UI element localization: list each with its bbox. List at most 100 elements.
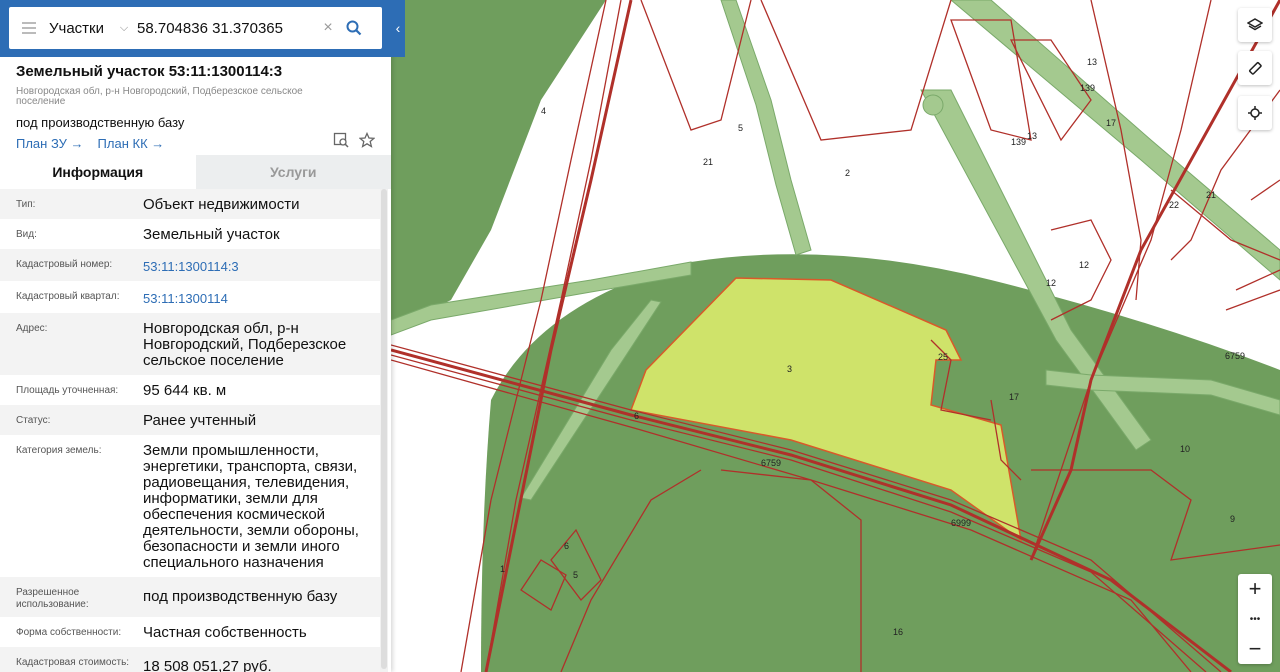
parcel-address: Новгородская обл, р-н Новгородский, Подб… (16, 86, 303, 107)
info-label: Адрес: (16, 323, 48, 334)
info-label: Разрешенное использование: (16, 587, 89, 610)
info-row-kind: Вид: Земельный участок (0, 219, 380, 249)
layers-icon (1247, 18, 1263, 31)
map-label: 4 (541, 106, 546, 116)
map-label: 6 (564, 541, 569, 551)
map-label: 16 (893, 627, 903, 637)
info-row-type: Тип: Объект недвижимости (0, 189, 380, 219)
favorite-star-icon[interactable] (359, 132, 375, 148)
map-label: 2 (845, 168, 850, 178)
cadastral-quarter-link[interactable]: 53:11:1300114 (143, 287, 373, 307)
plan-kk-link[interactable]: План КК → (98, 136, 165, 151)
search-bar: Участки ⌵ × ‹ (0, 0, 405, 57)
more-button[interactable]: ••• (1238, 604, 1272, 634)
map-label: 13 (1027, 131, 1037, 141)
search-input[interactable] (137, 19, 317, 37)
forest-area-top-left (391, 0, 606, 330)
locate-icon (1248, 106, 1262, 120)
info-row-status: Статус: Ранее учтенный (0, 405, 380, 435)
info-label: Статус: (16, 415, 51, 426)
info-label: Вид: (16, 229, 37, 240)
info-row-cadastral-number: Кадастровый номер: 53:11:1300114:3 (0, 249, 380, 281)
map-label: 12 (1079, 260, 1089, 270)
map-label: 5 (738, 123, 743, 133)
search-button[interactable] (339, 7, 369, 49)
plan-zu-link[interactable]: План ЗУ → (16, 136, 84, 151)
menu-icon[interactable] (9, 7, 49, 49)
pond (922, 94, 944, 116)
info-value: Частная собственность (143, 624, 307, 641)
map-label: 22 (1169, 200, 1179, 210)
info-value: Земельный участок (143, 226, 280, 243)
locate-button[interactable] (1238, 96, 1272, 130)
info-row-address: Адрес: Новгородская обл, р-н Новгородски… (0, 313, 380, 375)
map-label: 139 (1080, 83, 1095, 93)
info-label: Категория земель: (16, 445, 102, 456)
map-label: 9 (1230, 514, 1235, 524)
map-canvas[interactable]: 4 5 2 13 139 139 13 17 22 21 12 12 6759 … (391, 0, 1280, 672)
info-value: Новгородская обл, р-н Новгородский, Подб… (143, 320, 347, 369)
info-label: Кадастровый номер: (16, 259, 113, 270)
info-row-ownership: Форма собственности: Частная собственнос… (0, 617, 380, 647)
info-table: Тип: Объект недвижимости Вид: Земельный … (0, 189, 380, 672)
parcel-actions (333, 132, 375, 148)
info-label: Тип: (16, 199, 36, 210)
chevron-down-icon[interactable]: ⌵ (111, 22, 137, 35)
map-label: 139 (1011, 137, 1026, 147)
zoom-out-button[interactable]: − (1238, 634, 1272, 664)
scrollbar-thumb[interactable] (381, 189, 387, 669)
info-row-cadastral-quarter: Кадастровый квартал: 53:11:1300114 (0, 281, 380, 313)
info-panel: Земельный участок 53:11:1300114:3 Новгор… (0, 0, 391, 672)
map-label: 25 (938, 352, 948, 362)
search-type-select[interactable]: Участки (49, 20, 111, 37)
panel-tabs: Информация Услуги (0, 155, 391, 189)
find-on-map-icon[interactable] (333, 132, 349, 148)
map-label: 6759 (1225, 351, 1245, 361)
scrollbar[interactable] (380, 189, 388, 672)
info-label: Форма собственности: (16, 627, 122, 638)
info-label: Кадастровый квартал: (16, 291, 120, 302)
road-strip (950, 0, 1280, 281)
parcel-title: Земельный участок 53:11:1300114:3 (16, 63, 283, 80)
info-label: Площадь уточненная: (16, 385, 119, 396)
parcel-header: Земельный участок 53:11:1300114:3 Новгор… (0, 57, 391, 151)
zoom-in-button[interactable]: + (1238, 574, 1272, 604)
map-label: 21 (1206, 190, 1216, 200)
collapse-panel-icon[interactable]: ‹ (391, 14, 405, 42)
info-value: Земли промышленности, энергетики, трансп… (143, 442, 359, 571)
map-label: 6 (634, 411, 639, 421)
tab-services[interactable]: Услуги (195, 155, 391, 189)
layers-button[interactable] (1238, 8, 1272, 42)
plan-links: План ЗУ → План КК → (16, 136, 375, 151)
info-label: Кадастровая стоимость: (16, 657, 130, 668)
info-value: Объект недвижимости (143, 196, 300, 213)
info-row-land-category: Категория земель: Земли промышленности, … (0, 435, 380, 577)
clear-icon[interactable]: × (317, 19, 339, 37)
map-label: 6999 (951, 518, 971, 528)
search-box: Участки ⌵ × (9, 7, 382, 49)
map-label: 1 (500, 564, 505, 574)
info-value: под производственную базу (143, 588, 338, 605)
parcel-use: под производственную базу (16, 115, 185, 130)
cadastral-map[interactable]: 4 5 2 13 139 139 13 17 22 21 12 12 6759 … (391, 0, 1280, 672)
info-row-permitted-use: Разрешенное использование: под производс… (0, 577, 380, 617)
road-strip (720, 0, 812, 256)
info-row-area: Площадь уточненная: 95 644 кв. м (0, 375, 380, 405)
ruler-button[interactable] (1238, 51, 1272, 85)
map-label: 12 (1046, 278, 1056, 288)
map-label: 17 (1106, 118, 1116, 128)
map-label: 13 (1087, 57, 1097, 67)
map-label: 21 (703, 157, 713, 167)
cadastral-number-link[interactable]: 53:11:1300114:3 (143, 255, 373, 275)
map-label: 3 (787, 364, 792, 374)
map-label: 17 (1009, 392, 1019, 402)
map-label: 10 (1180, 444, 1190, 454)
info-value: Ранее учтенный (143, 412, 257, 429)
info-row-cadastral-value: Кадастровая стоимость: 18 508 051,27 руб… (0, 647, 380, 672)
search-icon (346, 20, 362, 36)
info-value: 18 508 051,27 руб. (143, 658, 272, 672)
map-label: 5 (573, 570, 578, 580)
info-value: 95 644 кв. м (143, 382, 227, 399)
zoom-controls: + ••• − (1238, 574, 1272, 664)
tab-info[interactable]: Информация (0, 155, 196, 189)
